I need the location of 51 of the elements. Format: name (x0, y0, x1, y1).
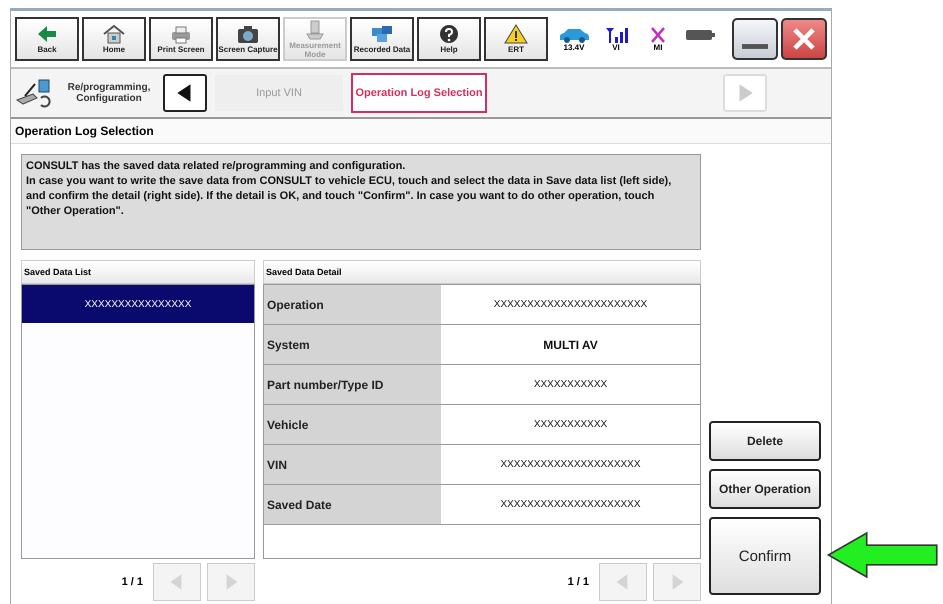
panel-header: Saved Data Detail (263, 260, 701, 284)
toolbar-button[interactable]: Print Screen (149, 17, 213, 61)
list-item[interactable]: XXXXXXXXXXXXXXXX (22, 285, 254, 323)
help-icon (437, 24, 461, 44)
next-page-button[interactable] (653, 563, 701, 601)
minimize-icon (742, 44, 768, 48)
field-value: XXXXXXXXXXXXXXXXXXXXXXX (492, 298, 648, 312)
field-label: System (264, 325, 441, 364)
field-value: XXXXXXXXXXXXXXXXXXXXX (499, 498, 642, 512)
panel-header: Saved Data List (21, 260, 255, 284)
status-label: 13.4V (564, 42, 584, 52)
close-button[interactable] (781, 18, 827, 60)
printer-icon (169, 24, 193, 44)
toolbar-button[interactable]: Recorded Data (350, 17, 414, 61)
page-indicator: 1 / 1 (122, 576, 143, 588)
close-icon (791, 26, 817, 52)
field-label: Part number/Type ID (264, 365, 441, 404)
field-value: XXXXXXXXXXX (532, 378, 608, 392)
next-button[interactable] (723, 74, 767, 112)
toolbar-button[interactable]: Home (82, 17, 146, 61)
camera-icon (236, 24, 260, 44)
field-value: MULTI AV (542, 336, 599, 354)
warning-icon (504, 24, 528, 44)
minimize-button[interactable] (732, 18, 778, 60)
toolbar-button[interactable]: Help (417, 17, 481, 61)
step-tab[interactable]: Operation Log Selection (351, 73, 487, 113)
next-page-button[interactable] (207, 563, 255, 601)
toolbar-button[interactable]: ERT (484, 17, 548, 61)
app-title: Re/programming, Configuration (66, 82, 152, 104)
house-icon (102, 24, 126, 44)
screen-title: Operation Log Selection (11, 119, 831, 144)
status-label: MI (654, 42, 662, 52)
field-label: Operation (264, 285, 441, 324)
action-button[interactable]: Other Operation (709, 469, 821, 509)
field-value: XXXXXXXXXXX (532, 418, 608, 432)
field-label: Vehicle (264, 405, 441, 444)
message-text: CONSULT has the saved data related re/programming and configuration. In case you want to write the save data from CONSULT to vehicle ECU, touch and select the data in Save data list (left side), and confirm the detail (right side). If the detail is OK, and touch "Confirm". In case you want to do other operation, touch "Other Operation". (21, 154, 701, 250)
status-label: VI (612, 42, 620, 52)
toolbar-button[interactable]: Screen Capture (216, 17, 280, 61)
car-icon (558, 26, 590, 42)
action-button[interactable]: Confirm (709, 517, 821, 595)
page-indicator: 1 / 1 (568, 576, 589, 588)
back-button[interactable] (163, 74, 207, 112)
previous-page-button[interactable] (153, 563, 201, 601)
field-label: VIN (264, 445, 441, 484)
field-label: Saved Date (264, 485, 441, 524)
previous-page-button[interactable] (599, 563, 647, 601)
field-value: XXXXXXXXXXXXXXXXXXXXX (499, 458, 642, 472)
toolbar-button[interactable]: Back (15, 17, 79, 61)
folders-icon (370, 24, 394, 44)
action-button[interactable]: Delete (709, 421, 821, 461)
